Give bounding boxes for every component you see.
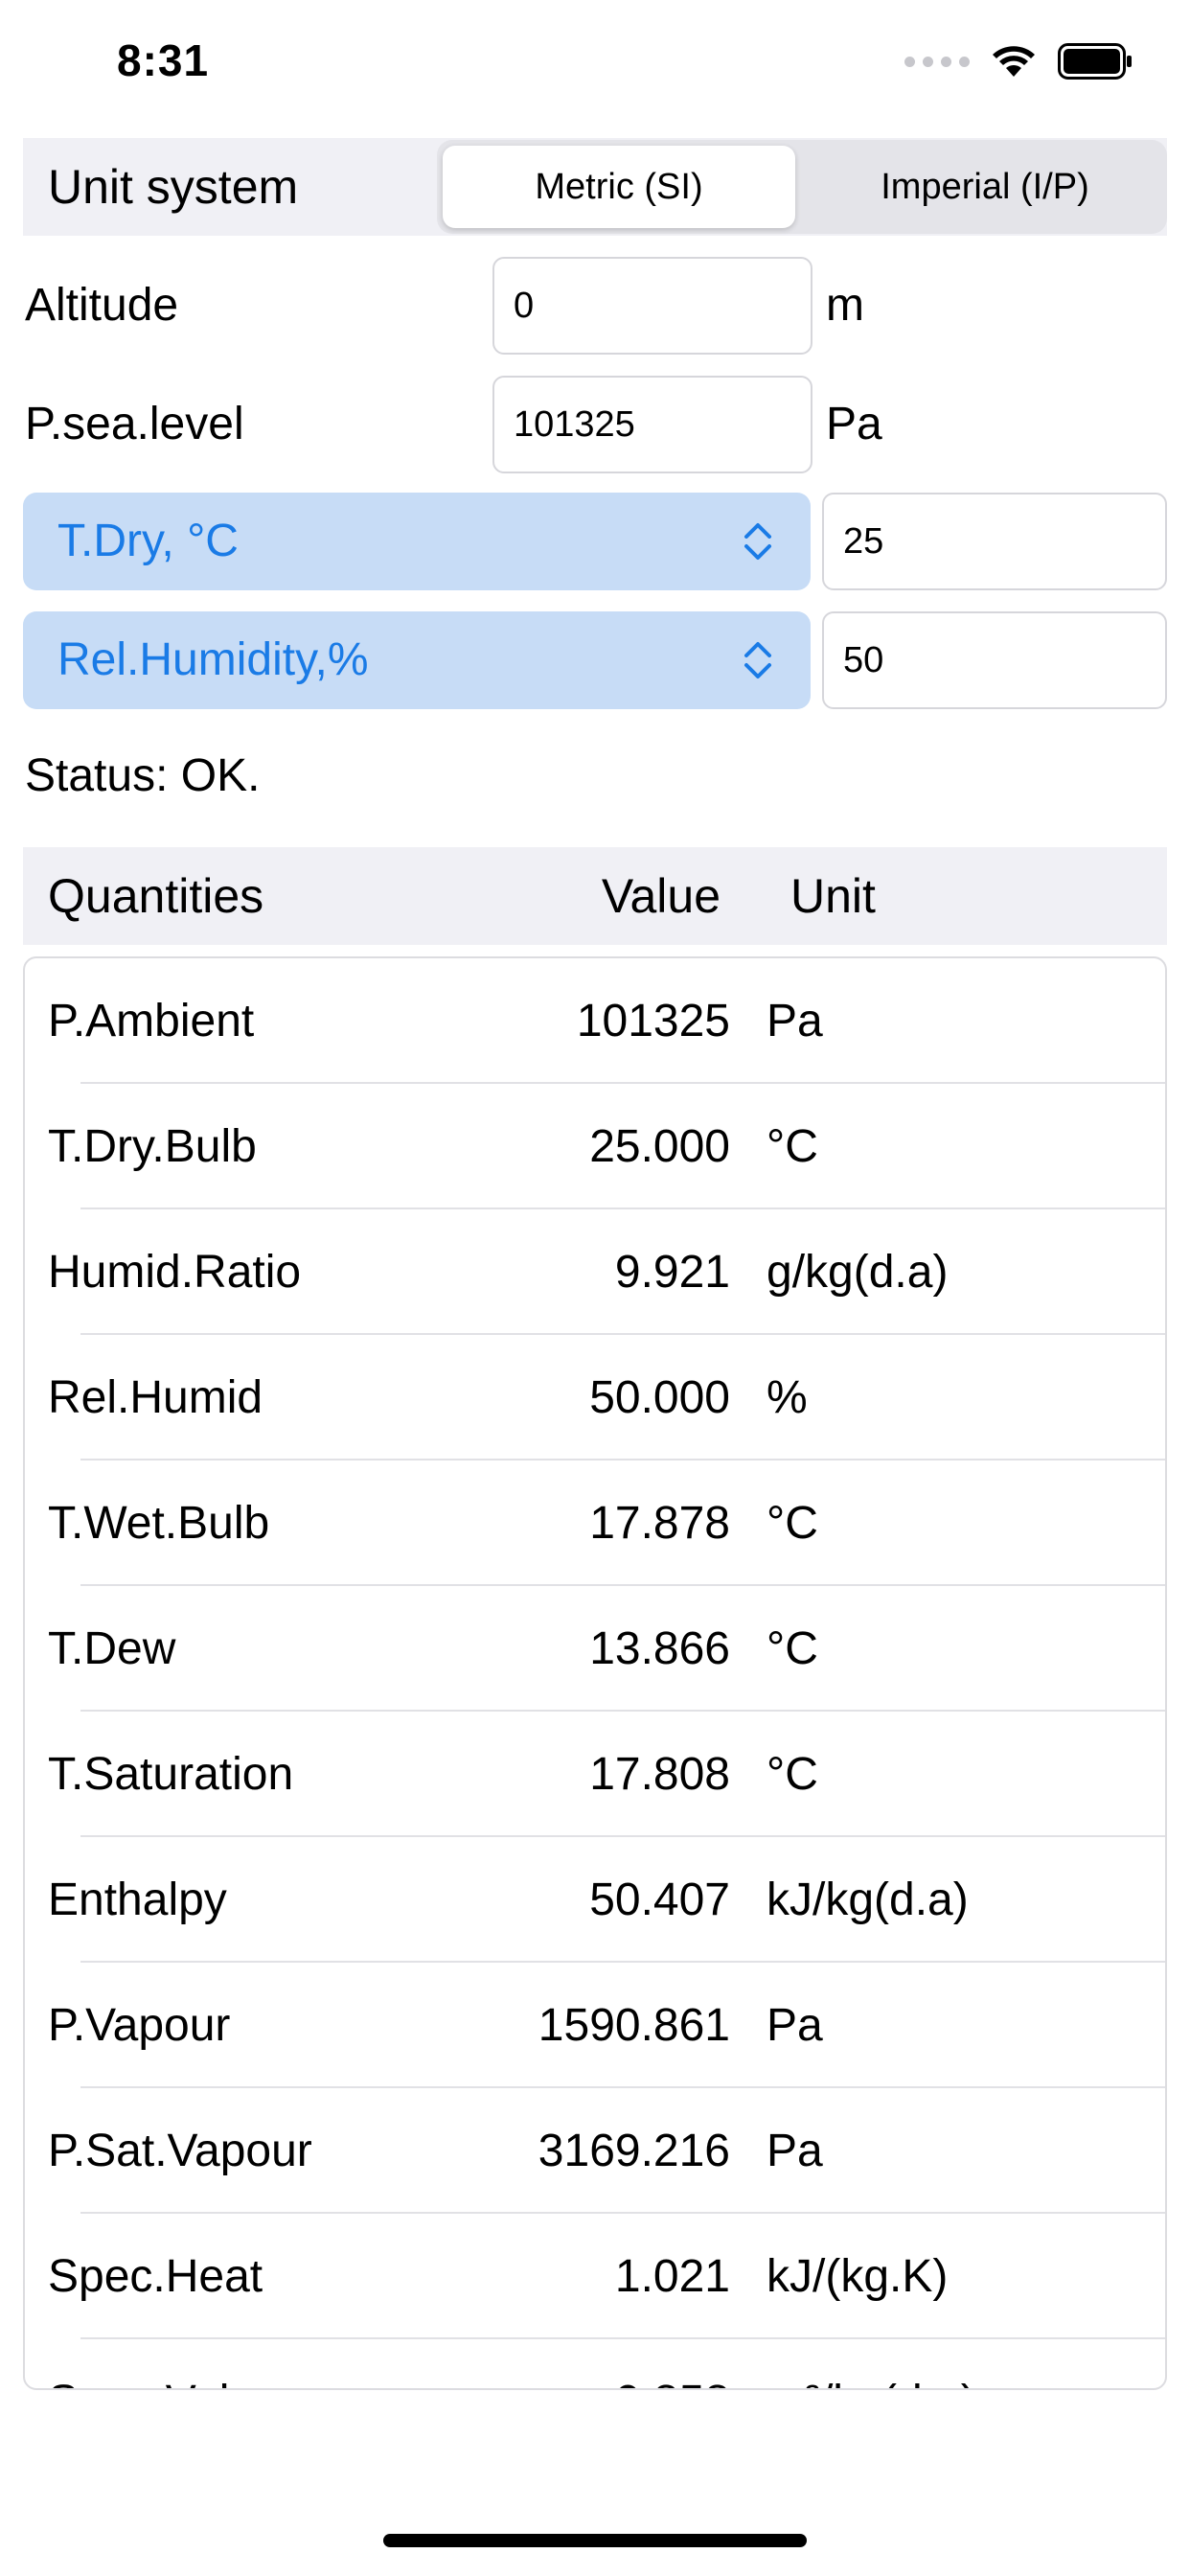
header-value: Value [601,869,721,923]
signal-dots-icon [904,56,970,67]
unit-system-segmented-control[interactable]: Metric (SI) Imperial (I/P) [437,140,1167,234]
table-row: P.Ambient 101325 Pa [25,958,1165,1084]
row-value: 0.858 [615,2339,730,2388]
table-header: Quantities Value Unit [23,847,1167,945]
row-name: T.Wet.Bulb [48,1498,270,1549]
row-name: Spec.Volume [48,2339,319,2388]
row-name: Enthalpy [48,1874,227,1925]
property-picker-1-label: T.Dry, °C [57,516,239,566]
property-1-input[interactable] [822,493,1167,590]
row-value: 50.407 [589,1874,730,1925]
table-row: Spec.Volume 0.858 m³/kg(d.a) [25,2339,1165,2388]
row-unit: % [767,1372,808,1423]
row-value: 25.000 [589,1121,730,1172]
row-name: Humid.Ratio [48,1247,302,1298]
battery-icon [1058,43,1132,80]
wifi-icon [993,46,1035,77]
row-name: P.Sat.Vapour [48,2126,312,2176]
row-name: P.Vapour [48,2000,231,2051]
row-name: P.Ambient [48,996,255,1046]
home-indicator[interactable] [383,2534,807,2547]
row-value: 1.021 [614,2251,730,2302]
row-unit: °C [767,1749,818,1800]
property-picker-2-label: Rel.Humidity,% [57,634,369,685]
row-unit: Pa [767,2126,823,2176]
row-value: 50.000 [589,1372,730,1423]
status-icons [904,42,1133,80]
property-picker-1[interactable]: T.Dry, °C [23,493,811,590]
property-picker-2[interactable]: Rel.Humidity,% [23,611,811,709]
sea-level-pressure-input[interactable] [492,376,812,473]
row-name: Spec.Heat [48,2251,263,2302]
row-value: 101325 [576,996,730,1046]
altitude-input[interactable] [492,257,812,355]
row-value: 3169.216 [538,2126,730,2176]
row-value: 9.921 [614,1247,730,1298]
table-row: T.Dew 13.866 °C [25,1586,1165,1712]
row-name: Rel.Humid [48,1372,263,1423]
table-row: Rel.Humid 50.000 % [25,1335,1165,1460]
row-unit: Pa [767,2000,823,2051]
table-row: Spec.Heat 1.021 kJ/(kg.K) [25,2214,1165,2339]
row-unit: °C [767,1623,818,1674]
row-unit: kJ/(kg.K) [767,2251,949,2302]
status-time: 8:31 [117,35,210,85]
table-row: P.Vapour 1590.861 Pa [25,1963,1165,2088]
table-row: P.Sat.Vapour 3169.216 Pa [25,2088,1165,2214]
row-unit: kJ/kg(d.a) [767,1874,969,1925]
row-unit: °C [767,1121,818,1172]
unit-system-label: Unit system [48,160,299,214]
row-value: 17.808 [589,1749,730,1800]
table-row: T.Saturation 17.808 °C [25,1712,1165,1837]
table-row: T.Dry.Bulb 25.000 °C [25,1084,1165,1209]
segment-imperial[interactable]: Imperial (I/P) [809,146,1161,228]
row-name: T.Dry.Bulb [48,1121,257,1172]
row-name: T.Saturation [48,1749,294,1800]
property-2-input[interactable] [822,611,1167,709]
status-text: Status: OK. [25,750,261,801]
altitude-unit: m [826,280,864,331]
row-value: 13.866 [589,1623,730,1674]
results-table[interactable]: P.Ambient 101325 Pa T.Dry.Bulb 25.000 °C… [23,956,1167,2390]
table-row: T.Wet.Bulb 17.878 °C [25,1460,1165,1586]
row-unit: Pa [767,996,823,1046]
sea-level-pressure-unit: Pa [826,399,882,449]
header-unit: Unit [790,869,876,923]
segment-metric[interactable]: Metric (SI) [443,146,795,228]
row-name: T.Dew [48,1623,176,1674]
table-row: Enthalpy 50.407 kJ/kg(d.a) [25,1837,1165,1963]
row-unit: m³/kg(d.a) [767,2339,976,2388]
table-row: Humid.Ratio 9.921 g/kg(d.a) [25,1209,1165,1335]
header-quantities: Quantities [48,869,264,923]
chevron-up-down-icon [744,523,771,560]
unit-system-row: Unit system Metric (SI) Imperial (I/P) [23,138,1167,236]
row-value: 1590.861 [538,2000,730,2051]
row-value: 17.878 [589,1498,730,1549]
row-unit: °C [767,1498,818,1549]
altitude-label: Altitude [25,280,179,331]
chevron-up-down-icon [744,642,771,678]
sea-level-pressure-label: P.sea.level [25,399,244,449]
row-unit: g/kg(d.a) [767,1247,949,1298]
